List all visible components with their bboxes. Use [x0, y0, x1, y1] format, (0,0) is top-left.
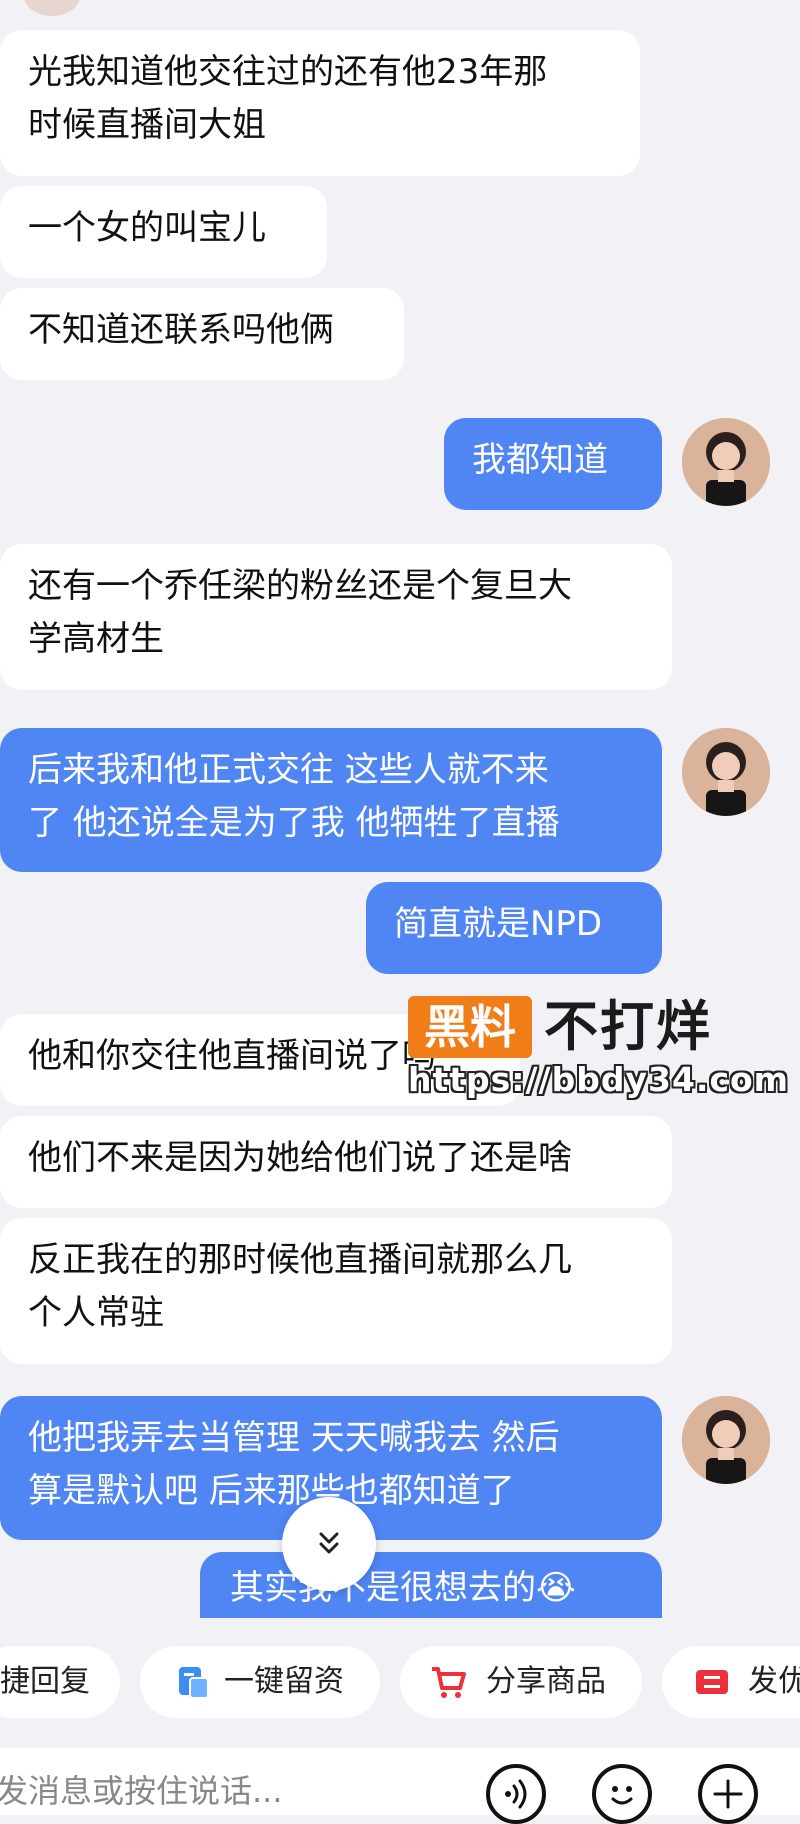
- message-bubble-outgoing[interactable]: 简直就是NPD: [366, 882, 662, 974]
- smiley-icon: [611, 1786, 633, 1805]
- add-button[interactable]: [698, 1764, 758, 1824]
- coupon-icon: [696, 1670, 728, 1694]
- message-line: 光我知道他交往过的还有他23年那: [28, 52, 548, 92]
- message-bubble-incoming[interactable]: 还有一个乔任梁的粉丝还是个复旦大 学高材生: [0, 544, 672, 690]
- message-bubble-incoming[interactable]: 不知道还联系吗他俩: [0, 288, 404, 380]
- quick-reply-chip[interactable]: 捷回复: [0, 1646, 120, 1718]
- user-avatar[interactable]: [682, 1396, 770, 1484]
- message-line: 后来我和他正式交往 这些人就不来: [28, 750, 549, 790]
- voice-icon: [505, 1779, 527, 1809]
- watermark-url: https://bbdy34.com: [408, 1060, 790, 1099]
- user-avatar-image: [682, 418, 770, 506]
- quick-reply-label: 发优: [748, 1664, 800, 1699]
- voice-button[interactable]: [486, 1764, 546, 1824]
- user-avatar[interactable]: [682, 728, 770, 816]
- message-bubble-incoming[interactable]: 光我知道他交往过的还有他23年那 时候直播间大姐: [0, 30, 640, 176]
- watermark-title: 不打烊: [544, 995, 712, 1058]
- message-line: 还有一个乔任梁的粉丝还是个复旦大: [28, 566, 572, 606]
- message-bubble-outgoing[interactable]: 我都知道: [444, 418, 662, 510]
- quick-reply-chip[interactable]: 发优: [662, 1646, 800, 1718]
- partner-avatar[interactable]: [24, 0, 80, 16]
- message-line: 不知道还联系吗他俩: [28, 310, 334, 350]
- watermark-badge: 黑料: [408, 996, 532, 1058]
- message-line: 学高材生: [28, 619, 164, 659]
- message-line: 我都知道: [472, 440, 608, 480]
- message-line: 了 他还说全是为了我 他牺牲了直播: [28, 803, 560, 843]
- scroll-to-bottom-button[interactable]: [282, 1497, 376, 1591]
- message-bubble-incoming[interactable]: 他们不来是因为她给他们说了还是啥: [0, 1116, 672, 1208]
- message-bubble-outgoing[interactable]: 其实我不是很想去的😭: [200, 1552, 662, 1618]
- user-avatar-image: [682, 728, 770, 816]
- top-strip: [0, 0, 800, 22]
- form-icon: [179, 1667, 209, 1699]
- quick-reply-label: 分享商品: [486, 1664, 606, 1699]
- message-line: 他把我弄去当管理 天天喊我去 然后: [28, 1418, 560, 1458]
- message-line: 他们不来是因为她给他们说了还是啥: [28, 1138, 572, 1178]
- message-bubble-incoming[interactable]: 一个女的叫宝儿: [0, 186, 327, 278]
- message-line: 反正我在的那时候他直播间就那么几: [28, 1240, 572, 1280]
- quick-reply-label: 一键留资: [224, 1664, 344, 1699]
- watermark: 黑料 不打烊 https://bbdy34.com: [408, 990, 788, 1100]
- message-line: 时候直播间大姐: [28, 105, 266, 145]
- message-line: 简直就是NPD: [394, 904, 603, 944]
- user-avatar-image: [682, 1396, 770, 1484]
- message-bubble-incoming[interactable]: 反正我在的那时候他直播间就那么几 个人常驻: [0, 1218, 672, 1364]
- message-bubble-outgoing[interactable]: 后来我和他正式交往 这些人就不来 了 他还说全是为了我 他牺牲了直播: [0, 728, 662, 872]
- quick-reply-label: 捷回复: [0, 1664, 90, 1699]
- message-line: 一个女的叫宝儿: [28, 208, 266, 248]
- user-avatar[interactable]: [682, 418, 770, 506]
- quick-reply-chip[interactable]: 分享商品: [400, 1646, 642, 1718]
- double-chevron-down-icon: [319, 1532, 339, 1554]
- cart-icon: [432, 1667, 466, 1698]
- message-input[interactable]: 发消息或按住说话...: [0, 1766, 283, 1816]
- message-line: 个人常驻: [28, 1293, 164, 1333]
- plus-icon: [713, 1779, 743, 1809]
- quick-reply-chip[interactable]: 一键留资: [140, 1646, 380, 1718]
- emoji-button[interactable]: [592, 1764, 652, 1824]
